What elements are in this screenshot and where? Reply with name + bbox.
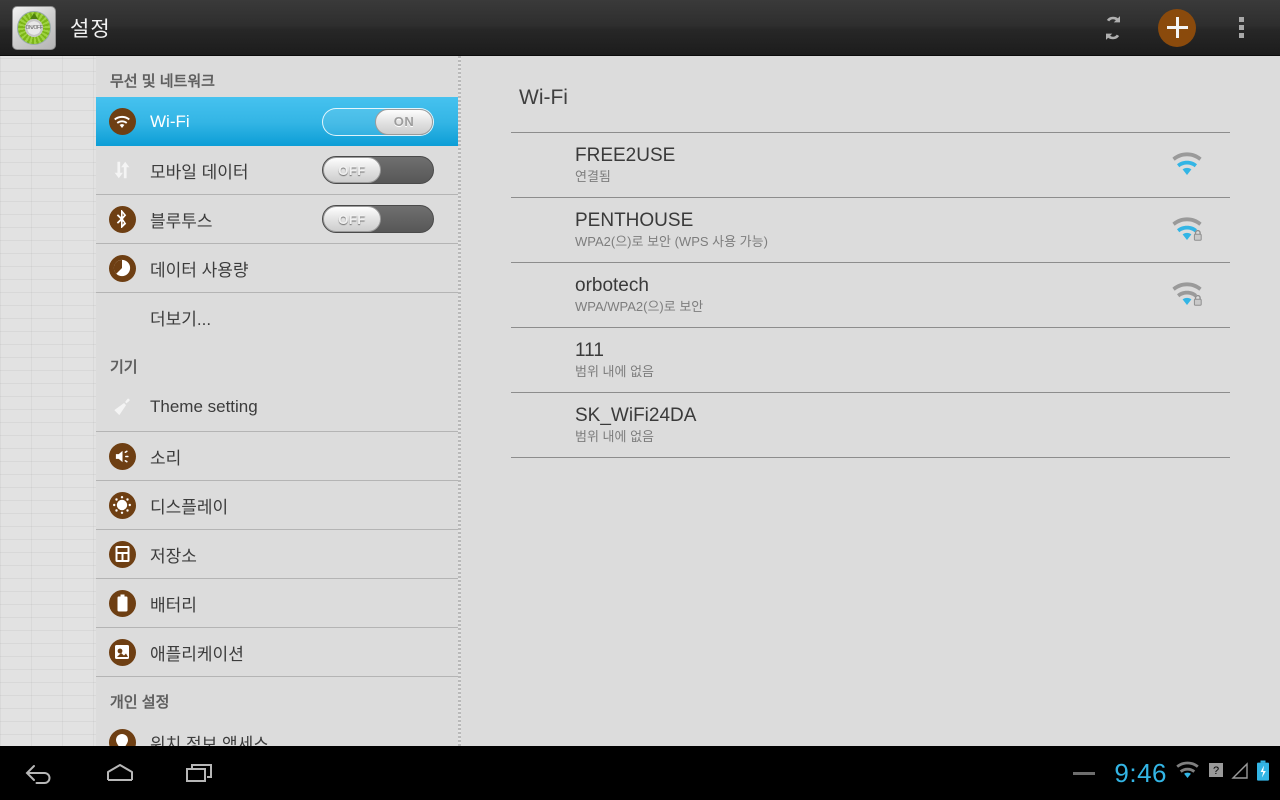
battery-icon bbox=[108, 589, 136, 617]
sidebar-item-theme-setting[interactable]: Theme setting bbox=[96, 383, 458, 432]
home-icon bbox=[107, 764, 133, 781]
wifi-network-row[interactable]: orbotech WPA/WPA2(으)로 보안 bbox=[511, 263, 1230, 328]
wifi-status: WPA2(으)로 보안 (WPS 사용 가능) bbox=[575, 234, 768, 249]
sidebar-item-wifi[interactable]: Wi-Fi ON bbox=[96, 97, 458, 146]
toggle-thumb-label: OFF bbox=[323, 206, 381, 232]
wifi-icon bbox=[108, 108, 136, 136]
wifi-status-icon bbox=[1174, 761, 1201, 786]
sidebar-item-mobile-data[interactable]: 모바일 데이터 OFF bbox=[96, 146, 458, 195]
wifi-network-row[interactable]: FREE2USE 연결됨 bbox=[511, 133, 1230, 198]
wifi-signal-secured-icon bbox=[1170, 216, 1204, 244]
plus-icon bbox=[1158, 8, 1196, 47]
settings-dial-icon: ON/OFF bbox=[12, 5, 56, 50]
sidebar-item-label: Theme setting bbox=[150, 397, 258, 416]
wifi-panel-title: Wi-Fi bbox=[519, 86, 568, 109]
system-navigation-bar: 9:46 ? bbox=[0, 746, 1280, 800]
bluetooth-toggle[interactable]: OFF bbox=[322, 205, 434, 233]
overflow-menu-icon bbox=[1238, 17, 1244, 38]
sidebar-item-label: 위치 정보 액세스 bbox=[150, 734, 269, 747]
wifi-network-list: FREE2USE 연결됨 PENTHOUSE WPA2(으)로 보안 (WPS … bbox=[511, 132, 1230, 458]
sidebar-item-location-access[interactable]: 위치 정보 액세스 bbox=[96, 718, 458, 746]
sidebar-item-data-usage[interactable]: 데이터 사용량 bbox=[96, 244, 458, 293]
back-icon bbox=[25, 765, 51, 784]
sidebar-item-more[interactable]: 더보기... bbox=[96, 293, 458, 342]
status-icons: 9:46 ? bbox=[1073, 758, 1280, 789]
data-usage-icon bbox=[108, 254, 136, 282]
home-button[interactable] bbox=[80, 746, 160, 800]
lock-icon bbox=[1193, 229, 1202, 241]
sidebar-item-label: 소리 bbox=[150, 448, 182, 468]
sidebar-item-label: 더보기... bbox=[150, 309, 212, 329]
sidebar-item-label: 애플리케이션 bbox=[150, 644, 244, 664]
wifi-signal-icon bbox=[1170, 151, 1204, 179]
settings-body: 무선 및 네트워크 Wi-Fi ON 모바일 데이터 OFF 블루투스 OFF … bbox=[0, 56, 1280, 746]
sidebar-item-label: 모바일 데이터 bbox=[150, 162, 249, 182]
settings-sidebar[interactable]: 무선 및 네트워크 Wi-Fi ON 모바일 데이터 OFF 블루투스 OFF … bbox=[96, 56, 458, 746]
wifi-ssid: 111 bbox=[575, 340, 604, 361]
wifi-ssid: orbotech bbox=[575, 275, 649, 296]
sidebar-item-battery[interactable]: 배터리 bbox=[96, 579, 458, 628]
applications-icon bbox=[108, 638, 136, 666]
sync-button[interactable] bbox=[1084, 0, 1142, 56]
wifi-status: WPA/WPA2(으)로 보안 bbox=[575, 299, 704, 314]
wifi-toggle[interactable]: ON bbox=[322, 107, 434, 136]
recent-apps-button[interactable] bbox=[160, 746, 240, 800]
section-header-device: 기기 bbox=[110, 359, 138, 376]
storage-icon bbox=[108, 540, 136, 568]
wifi-ssid: SK_WiFi24DA bbox=[575, 405, 697, 426]
sidebar-item-label: Wi-Fi bbox=[150, 111, 190, 131]
sidebar-item-label: 데이터 사용량 bbox=[150, 260, 249, 280]
action-bar: ON/OFF 설정 bbox=[0, 0, 1280, 56]
recent-apps-icon bbox=[186, 764, 212, 782]
sidebar-item-storage[interactable]: 저장소 bbox=[96, 530, 458, 579]
page-title: 설정 bbox=[70, 17, 111, 41]
section-header-wireless: 무선 및 네트워크 bbox=[110, 73, 215, 90]
paintbrush-icon bbox=[108, 393, 136, 421]
display-icon bbox=[108, 491, 136, 519]
toggle-thumb-label: ON bbox=[375, 108, 433, 135]
wifi-ssid: FREE2USE bbox=[575, 145, 676, 166]
toggle-thumb-label: OFF bbox=[323, 157, 381, 183]
sidebar-item-applications[interactable]: 애플리케이션 bbox=[96, 628, 458, 677]
wifi-network-row[interactable]: PENTHOUSE WPA2(으)로 보안 (WPS 사용 가능) bbox=[511, 198, 1230, 263]
wifi-status: 연결됨 bbox=[575, 169, 611, 184]
wifi-status: 범위 내에 없음 bbox=[575, 364, 654, 379]
sound-icon bbox=[108, 442, 136, 470]
bluetooth-icon bbox=[108, 205, 136, 233]
wifi-network-row[interactable]: 111 범위 내에 없음 bbox=[511, 328, 1230, 393]
sidebar-item-label: 배터리 bbox=[150, 595, 197, 615]
sync-icon bbox=[1106, 15, 1120, 40]
signal-bars-icon bbox=[1231, 761, 1249, 786]
back-button[interactable] bbox=[0, 746, 80, 800]
lock-icon bbox=[1193, 294, 1202, 306]
action-bar-buttons bbox=[1084, 0, 1280, 56]
wifi-signal-secured-icon bbox=[1170, 281, 1204, 309]
sidebar-item-label: 디스플레이 bbox=[150, 497, 229, 517]
tablet-screen: ON/OFF 설정 무선 및 네트워크 Wi-Fi ON 모바일 데이터 OFF… bbox=[0, 0, 1280, 800]
wifi-network-row[interactable]: SK_WiFi24DA 범위 내에 없음 bbox=[511, 393, 1230, 458]
wifi-ssid: PENTHOUSE bbox=[575, 210, 694, 231]
status-clock[interactable]: 9:46 bbox=[1114, 758, 1167, 789]
wifi-panel: Wi-Fi FREE2USE 연결됨 PENTHOUSE WPA2(으)로 보안… bbox=[461, 56, 1280, 746]
location-icon bbox=[108, 728, 136, 746]
mobile-data-icon bbox=[108, 156, 136, 184]
signal-unknown-icon: ? bbox=[1208, 761, 1224, 786]
notification-dash-icon bbox=[1073, 771, 1096, 775]
wifi-status: 범위 내에 없음 bbox=[575, 429, 654, 444]
sidebar-item-label: 저장소 bbox=[150, 546, 197, 566]
sidebar-item-display[interactable]: 디스플레이 bbox=[96, 481, 458, 530]
sidebar-item-label: 블루투스 bbox=[150, 211, 213, 231]
dial-label: ON/OFF bbox=[25, 24, 43, 31]
add-network-button[interactable] bbox=[1148, 0, 1206, 56]
sidebar-item-sound[interactable]: 소리 bbox=[96, 432, 458, 481]
battery-charging-icon bbox=[1256, 760, 1270, 787]
section-header-personal: 개인 설정 bbox=[110, 694, 170, 711]
overflow-menu-button[interactable] bbox=[1212, 0, 1270, 56]
svg-text:?: ? bbox=[1213, 765, 1219, 777]
mobile-data-toggle[interactable]: OFF bbox=[322, 156, 434, 184]
sidebar-item-bluetooth[interactable]: 블루투스 OFF bbox=[96, 195, 458, 244]
